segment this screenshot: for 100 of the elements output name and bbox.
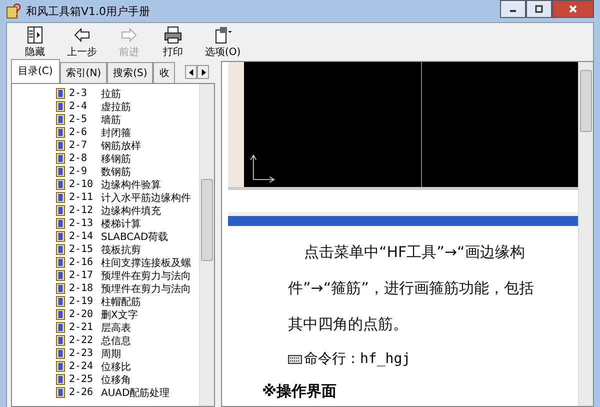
- page-icon: [56, 88, 65, 99]
- topic-number[interactable]: 2-3: [69, 88, 97, 99]
- topic-number[interactable]: 2-9: [69, 166, 97, 177]
- instruction-paragraph: 点击菜单中“HF工具”→“画边缘构件”→“箍筋”，进行画箍筋功能，包括其中四角的点筋。: [287, 242, 535, 335]
- section-heading: ※操作界面: [261, 381, 338, 402]
- scrollbar[interactable]: [578, 62, 593, 406]
- scrollbar[interactable]: [199, 84, 214, 406]
- toolbar-button[interactable]: 选项(O): [197, 25, 249, 59]
- topic-number[interactable]: 2-15: [69, 244, 97, 255]
- toolbar-button[interactable]: 隐藏: [15, 25, 55, 59]
- topic-title[interactable]: 边缘构件验算: [101, 178, 161, 192]
- page-icon: [56, 361, 65, 372]
- topic-number[interactable]: 2-13: [69, 218, 97, 229]
- help-book-icon: [6, 3, 22, 19]
- page-icon: [56, 192, 65, 203]
- page-icon: [56, 114, 65, 125]
- topic-title[interactable]: 总信息: [101, 334, 131, 348]
- topic-title[interactable]: 封闭箍: [101, 126, 131, 140]
- topic-number[interactable]: 2-8: [69, 153, 97, 164]
- topic-title[interactable]: 移钢筋: [101, 152, 131, 166]
- hide-pane-icon: [25, 25, 45, 45]
- page-icon: [56, 218, 65, 229]
- topic-title[interactable]: 预埋件在剪力与法向: [101, 282, 191, 296]
- left-triangle-icon: [188, 68, 194, 76]
- page-icon: [56, 283, 65, 294]
- printer-icon: [163, 25, 183, 45]
- tab[interactable]: 收: [153, 62, 176, 83]
- keyboard-icon: [288, 354, 302, 364]
- close-button[interactable]: [552, 0, 594, 18]
- topic-title[interactable]: 柱间支撑连接板及螺: [101, 256, 191, 270]
- toolbar-button[interactable]: 打印: [153, 25, 193, 59]
- tab[interactable]: 搜索(S): [107, 62, 154, 83]
- page-icon: [56, 257, 65, 268]
- tab[interactable]: 索引(N): [60, 62, 108, 83]
- maximize-icon: [534, 4, 544, 14]
- topic-title[interactable]: 钢筋放样: [101, 138, 141, 152]
- topic-title[interactable]: 预埋件在剪力与法向: [101, 268, 191, 282]
- topic-number[interactable]: 2-14: [69, 231, 97, 242]
- options-icon: [212, 25, 233, 45]
- topic-number[interactable]: 2-19: [69, 296, 97, 307]
- right-arrow-icon: [119, 25, 139, 45]
- page-icon: [56, 101, 65, 112]
- toolbar-button[interactable]: 上一步: [59, 25, 105, 59]
- topic-number[interactable]: 2-16: [69, 257, 97, 268]
- topic-title[interactable]: 周期: [101, 346, 121, 360]
- page-icon: [56, 127, 65, 138]
- topic-number[interactable]: 2-23: [69, 348, 97, 359]
- page-icon: [56, 153, 65, 164]
- maximize-button[interactable]: [526, 0, 552, 18]
- topic-number[interactable]: 2-7: [69, 140, 97, 151]
- left-arrow-icon: [72, 25, 92, 45]
- topic-number[interactable]: 2-18: [69, 283, 97, 294]
- topic-number[interactable]: 2-26: [69, 387, 97, 398]
- topic-title[interactable]: SLABCAD荷载: [101, 230, 168, 244]
- page-icon: [56, 179, 65, 190]
- topic-number[interactable]: 2-11: [69, 192, 97, 203]
- window-title: 和风工具箱V1.0用户手册: [26, 4, 150, 18]
- page-icon: [56, 335, 65, 346]
- topic-title[interactable]: 虚拉筋: [101, 100, 131, 114]
- page-icon: [56, 244, 65, 255]
- topic-number[interactable]: 2-5: [69, 114, 97, 125]
- topic-title[interactable]: 计入水平筋边缘构件: [101, 190, 191, 204]
- page-icon: [56, 374, 65, 385]
- page-icon: [56, 231, 65, 242]
- page-icon: [56, 296, 65, 307]
- minimize-button[interactable]: [500, 0, 526, 18]
- topic-number[interactable]: 2-20: [69, 309, 97, 320]
- scroll-left-button[interactable]: [185, 65, 197, 79]
- topic-title[interactable]: 数钢筋: [101, 164, 131, 178]
- topic-number[interactable]: 2-22: [69, 335, 97, 346]
- topic-title[interactable]: 边缘构件填充: [101, 204, 161, 218]
- topic-title[interactable]: 楼梯计算: [101, 216, 141, 230]
- topic-title[interactable]: 删X文字: [101, 308, 138, 322]
- page-icon: [56, 270, 65, 281]
- topic-number[interactable]: 2-4: [69, 101, 97, 112]
- topic-number[interactable]: 2-12: [69, 205, 97, 216]
- command-line-text: 命令行：hf_hgj: [304, 350, 411, 369]
- topic-title[interactable]: 筏板抗剪: [101, 242, 141, 256]
- topic-title[interactable]: 拉筋: [101, 86, 121, 100]
- page-icon: [56, 309, 65, 320]
- scroll-right-button[interactable]: [197, 65, 209, 79]
- page-icon: [56, 140, 65, 151]
- topic-title[interactable]: 柱帽配筋: [101, 294, 141, 308]
- page-icon: [56, 348, 65, 359]
- page-icon: [56, 205, 65, 216]
- topic-number[interactable]: 2-10: [69, 179, 97, 190]
- topic-title[interactable]: 墙筋: [101, 112, 121, 126]
- right-triangle-icon: [200, 68, 206, 76]
- topic-title[interactable]: 层高表: [101, 320, 131, 334]
- topic-number[interactable]: 2-17: [69, 270, 97, 281]
- topic-title[interactable]: AUAD配筋处理: [101, 386, 170, 400]
- topic-number[interactable]: 2-25: [69, 374, 97, 385]
- topic-number[interactable]: 2-24: [69, 361, 97, 372]
- tab[interactable]: 目录(C): [11, 59, 60, 83]
- topic-number[interactable]: 2-6: [69, 127, 97, 138]
- topic-number[interactable]: 2-21: [69, 322, 97, 333]
- page-icon: [56, 166, 65, 177]
- close-icon: [568, 4, 578, 14]
- topic-title[interactable]: 位移比: [101, 360, 131, 374]
- topic-title[interactable]: 位移角: [101, 372, 131, 386]
